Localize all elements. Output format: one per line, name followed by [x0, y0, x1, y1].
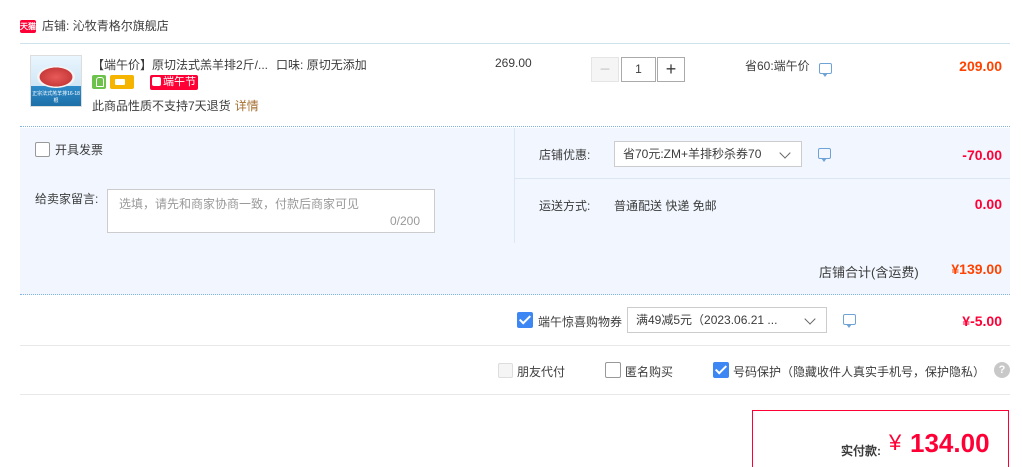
friend-pay-checkbox[interactable] — [498, 363, 513, 378]
shop-total-amount: ¥139.00 — [951, 261, 1002, 277]
payment-amount: 134.00 — [910, 428, 990, 458]
chat-icon[interactable] — [843, 314, 856, 328]
anonymous-purchase-label[interactable]: 匿名购买 — [625, 363, 673, 380]
item-subtotal: 209.00 — [959, 58, 1002, 74]
payment-label: 实付款: — [841, 444, 881, 458]
message-char-count: 0/200 — [390, 214, 421, 228]
coupon-selected: 满49减5元（2023.06.21 ... — [636, 313, 778, 327]
thumbnail-caption: 正宗法式羔羊排16-18根 — [32, 91, 80, 104]
friend-pay-label[interactable]: 朋友代付 — [517, 363, 565, 380]
product-flavor: 口味: 原切无添加 — [276, 57, 367, 73]
return-policy-notice: 此商品性质不支持7天退货 详情 — [92, 98, 259, 114]
chat-icon[interactable] — [818, 148, 831, 162]
flavor-label: 口味: — [276, 58, 304, 72]
festival-badge-text: 端午节 — [163, 76, 196, 88]
divider — [20, 394, 1010, 395]
shipping-label: 运送方式: — [539, 199, 591, 213]
help-icon[interactable]: ? — [994, 362, 1010, 378]
invoice-label[interactable]: 开具发票 — [55, 141, 103, 158]
shipping-method: 普通配送 快递 免邮 — [614, 199, 717, 213]
coupon-label[interactable]: 端午惊喜购物券 — [538, 313, 622, 330]
message-label: 给卖家留言: — [35, 192, 99, 206]
return-policy-detail-link[interactable]: 详情 — [235, 99, 259, 113]
return-policy-text: 此商品性质不支持7天退货 — [92, 99, 231, 113]
coupon-amount: ¥-5.00 — [962, 313, 1002, 329]
shop-discount-amount: -70.00 — [962, 147, 1002, 163]
shop-name[interactable]: 店铺: 沁牧青格尔旗舰店 — [42, 18, 169, 35]
credit-card-icon[interactable] — [110, 75, 134, 89]
number-protection-label[interactable]: 号码保护（隐藏收件人真实手机号，保护隐私） — [733, 363, 985, 380]
quantity-decrease-button[interactable]: − — [591, 57, 619, 82]
tmall-icon: 天猫 — [20, 20, 36, 33]
panel-row-divider — [515, 178, 1010, 179]
quantity-input[interactable]: 1 — [621, 57, 656, 82]
promo-note: 省60:端午价 — [745, 59, 810, 73]
coupon-select[interactable]: 满49减5元（2023.06.21 ... — [627, 307, 827, 333]
product-thumbnail[interactable]: 正宗法式羔羊排16-18根 — [30, 55, 82, 107]
shop-label: 店铺: — [42, 19, 70, 33]
lamb-plate-image — [37, 66, 75, 88]
unit-price: 269.00 — [495, 56, 532, 70]
payment-currency: ¥ — [889, 430, 902, 455]
panel-divider — [514, 128, 515, 243]
festival-logo-icon — [152, 77, 161, 86]
coupon-checkbox[interactable] — [517, 312, 533, 328]
anonymous-purchase-checkbox[interactable] — [605, 362, 621, 378]
shipping-fee: 0.00 — [974, 196, 1002, 212]
chat-icon[interactable] — [819, 63, 832, 77]
divider — [20, 345, 1010, 346]
shop-total-label: 店铺合计(含运费) — [819, 265, 919, 280]
flavor-value: 原切无添加 — [306, 58, 367, 72]
festival-badge: 端午节 — [150, 75, 198, 90]
number-protection-checkbox[interactable] — [713, 362, 729, 378]
quantity-increase-button[interactable]: + — [657, 57, 685, 82]
shop-discount-label: 店铺优惠: — [539, 148, 591, 162]
invoice-checkbox[interactable] — [35, 142, 50, 157]
shop-discount-selected: 省70元:ZM+羊排秒杀券70 — [623, 147, 762, 161]
message-placeholder: 选填，请先和商家协商一致，付款后商家可见 — [119, 197, 360, 211]
shop-discount-select[interactable]: 省70元:ZM+羊排秒杀券70 — [614, 141, 802, 167]
shop-name-link[interactable]: 沁牧青格尔旗舰店 — [73, 19, 169, 33]
product-title-link[interactable]: 【端午价】原切法式羔羊排2斤/... — [92, 57, 268, 73]
guarantee-icon[interactable] — [92, 75, 106, 89]
